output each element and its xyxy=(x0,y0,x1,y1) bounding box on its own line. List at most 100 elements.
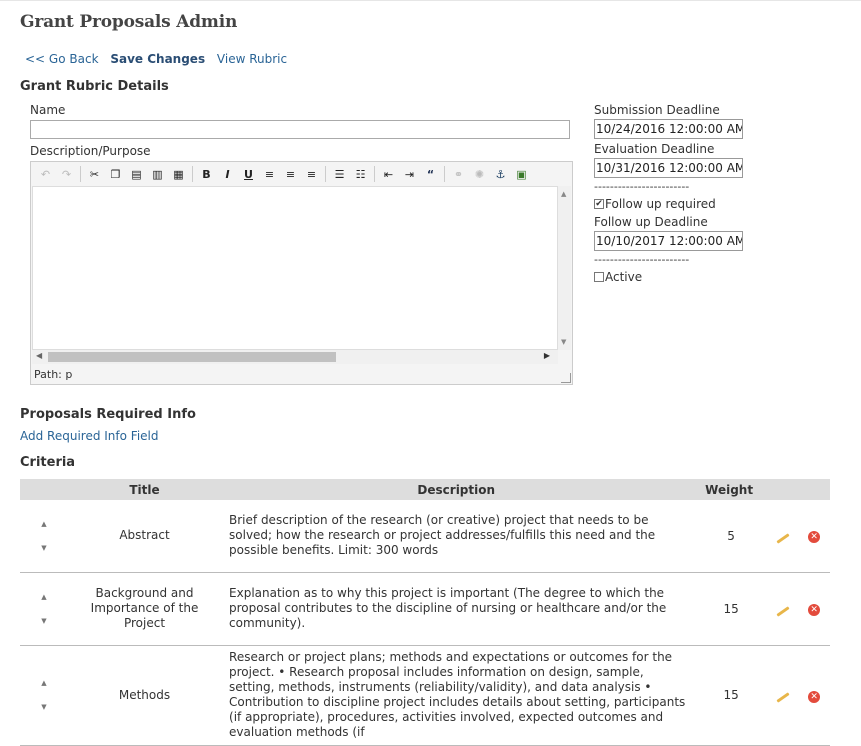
submission-deadline-input[interactable]: 10/24/2016 12:00:00 AM xyxy=(594,119,743,139)
active-checkbox[interactable] xyxy=(594,272,604,282)
save-changes-link[interactable]: Save Changes xyxy=(110,52,205,66)
follow-up-required-row: ✔ Follow up required xyxy=(594,197,716,211)
move-up-icon[interactable]: ▲ xyxy=(21,512,67,536)
go-back-link[interactable]: << Go Back xyxy=(25,52,99,66)
name-label: Name xyxy=(30,103,66,117)
bullet-list-icon[interactable]: ☰ xyxy=(329,164,350,184)
delete-icon[interactable]: ✕ xyxy=(808,690,821,703)
edit-cell xyxy=(766,572,799,646)
table-row: ▲ ▼ Background and Importance of the Pro… xyxy=(20,572,830,646)
copy-icon[interactable]: ❐ xyxy=(105,164,126,184)
delete-cell: ✕ xyxy=(798,645,830,746)
pencil-icon[interactable] xyxy=(775,533,790,544)
link-icon[interactable]: ⚭ xyxy=(448,164,469,184)
row-order-controls: ▲ ▼ xyxy=(20,500,68,573)
editor-vertical-scrollbar[interactable]: ▲ ▼ xyxy=(558,186,571,350)
move-down-icon[interactable]: ▼ xyxy=(21,609,67,633)
toolbar-separator xyxy=(444,166,445,182)
submission-deadline-label: Submission Deadline xyxy=(594,103,720,117)
align-center-icon[interactable]: ≡ xyxy=(280,164,301,184)
editor-path: Path: p xyxy=(34,368,73,381)
criteria-table: Title Description Weight ▲ ▼ Abstract Br… xyxy=(20,479,830,746)
delete-cell: ✕ xyxy=(798,500,830,573)
follow-up-deadline-input[interactable]: 10/10/2017 12:00:00 AM xyxy=(594,231,743,251)
description-column-header: Description xyxy=(221,479,692,500)
weight-column-header: Weight xyxy=(691,479,767,500)
top-border xyxy=(0,0,861,1)
separator-line: ------------------------ xyxy=(594,180,690,193)
bold-icon[interactable]: B xyxy=(196,164,217,184)
unlink-icon[interactable]: ✺ xyxy=(469,164,490,184)
align-right-icon[interactable]: ≡ xyxy=(301,164,322,184)
underline-icon[interactable]: U xyxy=(238,164,259,184)
criteria-description: Brief description of the research (or cr… xyxy=(221,500,692,573)
table-row: ▲ ▼ Methods Research or project plans; m… xyxy=(20,645,830,746)
paste-word-icon[interactable]: ▦ xyxy=(168,164,189,184)
criteria-title: Methods xyxy=(67,645,222,746)
criteria-weight: 5 xyxy=(691,500,767,573)
scroll-up-icon[interactable]: ▲ xyxy=(561,190,566,198)
add-required-info-link[interactable]: Add Required Info Field xyxy=(20,429,159,443)
delete-cell: ✕ xyxy=(798,572,830,646)
scroll-right-icon[interactable]: ▶ xyxy=(544,351,550,360)
toolbar-separator xyxy=(325,166,326,182)
criteria-weight: 15 xyxy=(691,645,767,746)
delete-icon[interactable]: ✕ xyxy=(808,531,821,544)
toolbar-separator xyxy=(374,166,375,182)
active-row: Active xyxy=(594,270,642,284)
move-down-icon[interactable]: ▼ xyxy=(21,536,67,560)
pencil-icon[interactable] xyxy=(775,605,790,617)
scroll-left-icon[interactable]: ◀ xyxy=(36,351,42,360)
editor-content-area[interactable] xyxy=(32,186,558,350)
paste-text-icon[interactable]: ▥ xyxy=(147,164,168,184)
align-left-icon[interactable]: ≡ xyxy=(259,164,280,184)
separator-line: ------------------------ xyxy=(594,253,690,266)
header-spacer xyxy=(798,479,830,500)
scrollbar-thumb[interactable] xyxy=(48,352,336,362)
rich-text-editor[interactable]: ↶ ↷ ✂ ❐ ▤ ▥ ▦ B I U ≡ ≡ ≡ ☰ ☷ ⇤ ⇥ “ ⚭ ✺ … xyxy=(30,161,573,385)
criteria-title: Abstract xyxy=(67,500,222,573)
criteria-weight: 15 xyxy=(691,572,767,646)
criteria-description: Research or project plans; methods and e… xyxy=(221,645,692,746)
page-title: Grant Proposals Admin xyxy=(20,12,238,32)
resize-grip-icon[interactable] xyxy=(561,373,571,383)
edit-cell xyxy=(766,500,799,573)
scroll-down-icon[interactable]: ▼ xyxy=(561,338,566,346)
redo-icon[interactable]: ↷ xyxy=(56,164,77,184)
name-input[interactable] xyxy=(30,120,570,139)
italic-icon[interactable]: I xyxy=(217,164,238,184)
active-label: Active xyxy=(605,270,643,284)
move-up-icon[interactable]: ▲ xyxy=(21,671,67,695)
row-order-controls: ▲ ▼ xyxy=(20,645,68,746)
description-label: Description/Purpose xyxy=(30,144,151,158)
required-info-heading: Proposals Required Info xyxy=(20,407,196,422)
outdent-icon[interactable]: ⇤ xyxy=(378,164,399,184)
criteria-heading: Criteria xyxy=(20,455,76,470)
header-spacer xyxy=(20,479,68,500)
cut-icon[interactable]: ✂ xyxy=(84,164,105,184)
numbered-list-icon[interactable]: ☷ xyxy=(350,164,371,184)
criteria-title: Background and Importance of the Project xyxy=(67,572,222,646)
move-down-icon[interactable]: ▼ xyxy=(21,695,67,719)
title-column-header: Title xyxy=(67,479,222,500)
follow-up-required-checkbox[interactable]: ✔ xyxy=(594,199,604,209)
move-up-icon[interactable]: ▲ xyxy=(21,585,67,609)
header-spacer xyxy=(766,479,799,500)
image-icon[interactable]: ▣ xyxy=(511,164,532,184)
follow-up-deadline-label: Follow up Deadline xyxy=(594,215,708,229)
evaluation-deadline-input[interactable]: 10/31/2016 12:00:00 AM xyxy=(594,158,743,178)
criteria-description: Explanation as to why this project is im… xyxy=(221,572,692,646)
delete-icon[interactable]: ✕ xyxy=(808,604,821,616)
anchor-icon[interactable]: ⚓ xyxy=(490,164,511,184)
undo-icon[interactable]: ↶ xyxy=(35,164,56,184)
editor-horizontal-scrollbar[interactable]: ◀ ▶ xyxy=(32,350,558,364)
indent-icon[interactable]: ⇥ xyxy=(399,164,420,184)
pencil-icon[interactable] xyxy=(775,692,790,703)
row-order-controls: ▲ ▼ xyxy=(20,572,68,646)
view-rubric-link[interactable]: View Rubric xyxy=(217,52,287,66)
toolbar-separator xyxy=(192,166,193,182)
criteria-header-row: Title Description Weight xyxy=(20,479,830,500)
blockquote-icon[interactable]: “ xyxy=(420,164,441,184)
paste-icon[interactable]: ▤ xyxy=(126,164,147,184)
toolbar-separator xyxy=(80,166,81,182)
